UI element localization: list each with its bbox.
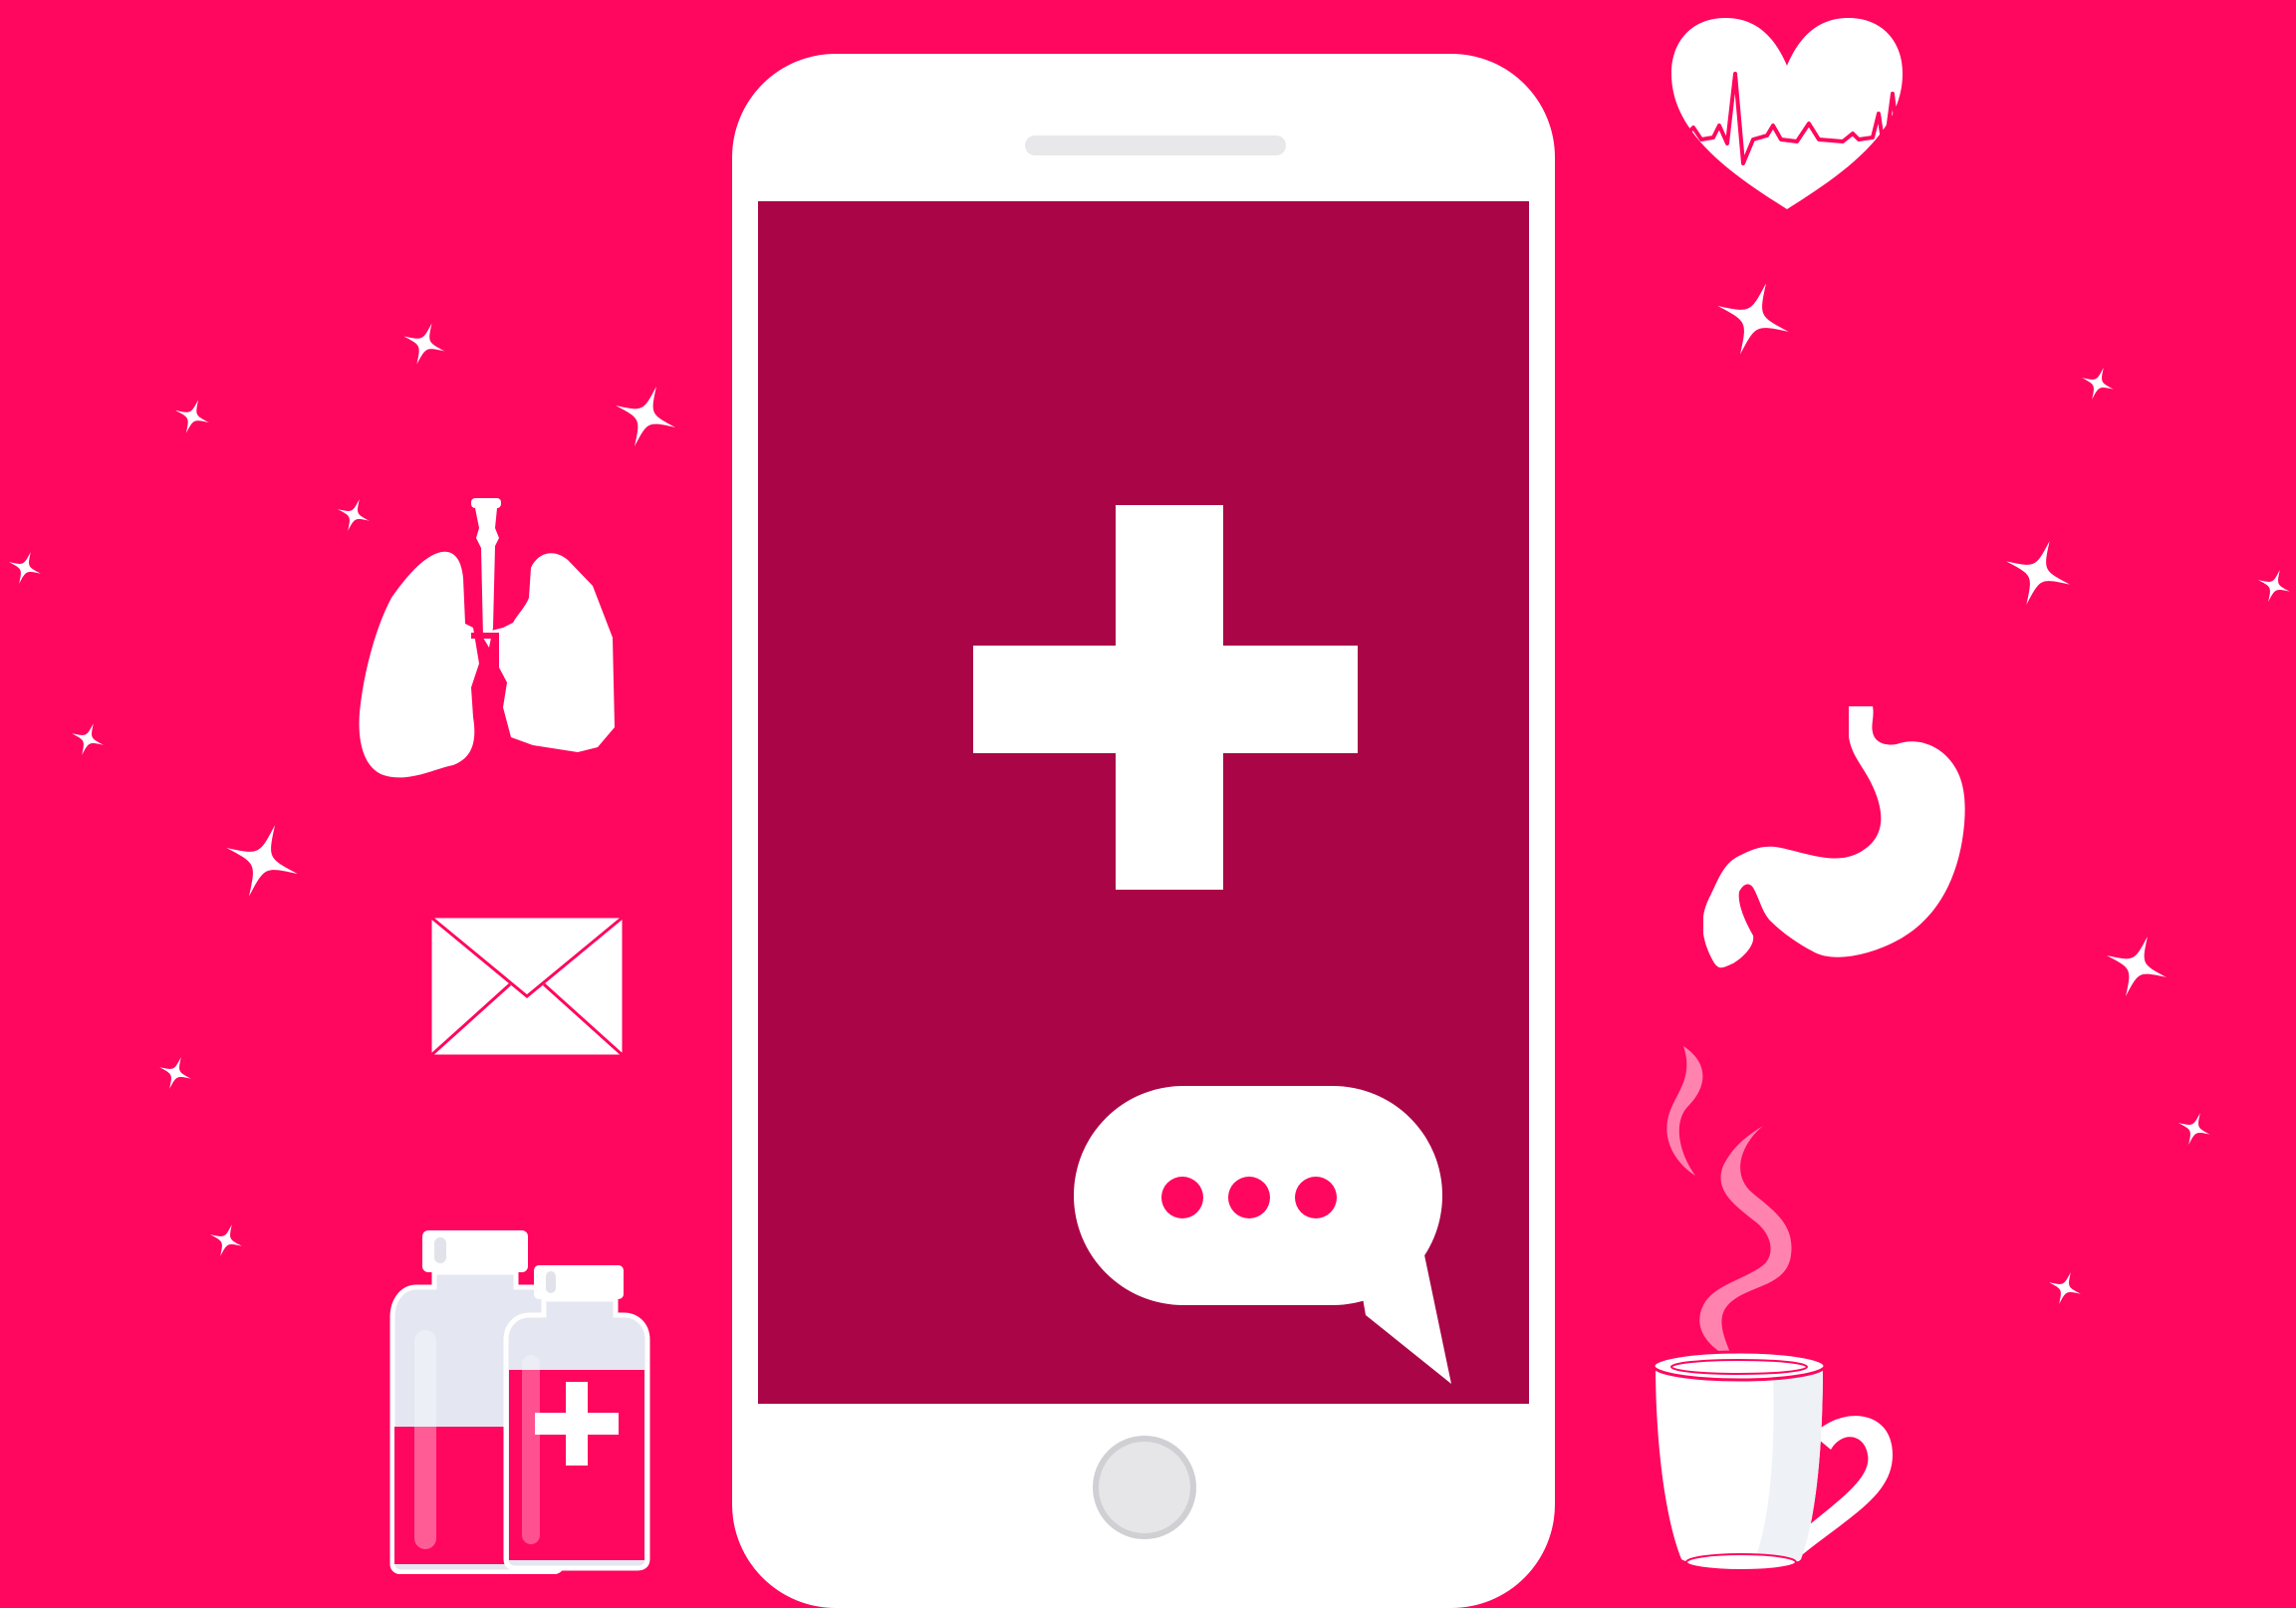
- sparkle-icon: [213, 812, 311, 910]
- hot-drink-cup-icon: [1652, 1046, 1893, 1571]
- phone-screen: [758, 201, 1529, 1404]
- sparkle-icon: [2043, 1266, 2087, 1310]
- sparkle-icon: [395, 315, 453, 373]
- sparkle-icon: [604, 375, 687, 458]
- sparkle-icon: [168, 393, 216, 440]
- stomach-icon: [1703, 706, 1965, 968]
- typing-chat-bubble-icon: [1074, 1086, 1451, 1384]
- sparkle-icon: [153, 1051, 197, 1095]
- sparkle-icon: [1994, 529, 2082, 617]
- sparkle-icon: [204, 1218, 248, 1262]
- home-button[interactable]: [1093, 1436, 1196, 1539]
- sparkle-icon: [3, 546, 47, 590]
- phone-speaker: [1025, 135, 1286, 155]
- sparkle-icon: [66, 717, 110, 761]
- lungs-icon: [359, 498, 615, 778]
- sparkle-icon: [2172, 1107, 2216, 1151]
- sparkle-icon: [2095, 925, 2178, 1008]
- smartphone: [732, 54, 1555, 1608]
- medicine-bottles-icon: [389, 1230, 650, 1574]
- sparkle-icon: [2076, 362, 2120, 405]
- sparkle-icon: [1704, 270, 1802, 368]
- heartbeat-heart-icon: [1663, 18, 1953, 209]
- sparkle-icon: [2252, 564, 2296, 608]
- envelope-icon: [428, 915, 626, 1058]
